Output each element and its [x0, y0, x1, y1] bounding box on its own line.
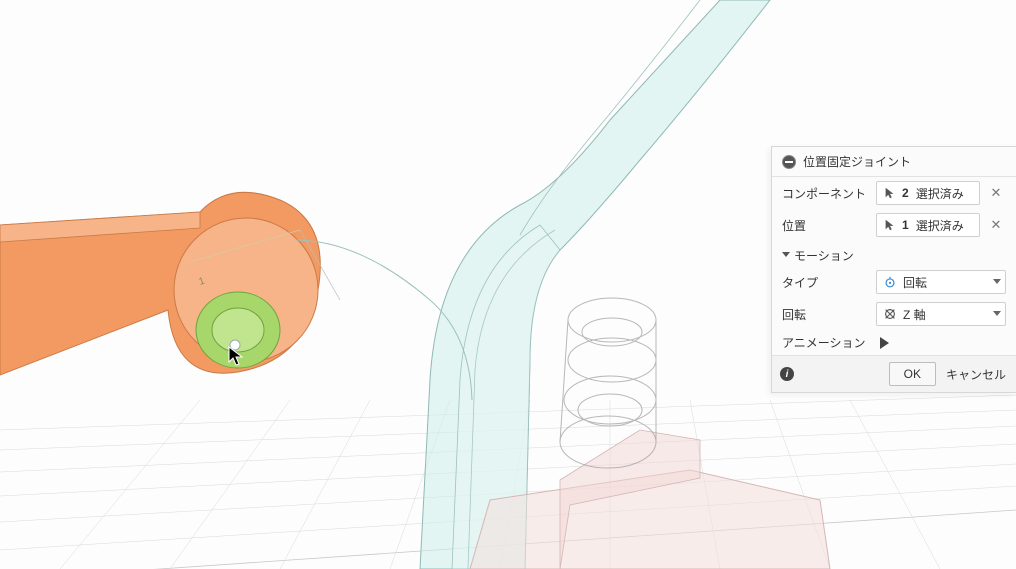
row-position: 位置 1 選択済み ✕	[772, 209, 1016, 241]
type-dropdown[interactable]: 回転	[876, 270, 1006, 294]
play-button[interactable]	[880, 337, 889, 349]
components-label: コンポーネント	[782, 185, 870, 202]
animation-label: アニメーション	[782, 334, 870, 351]
row-components: コンポーネント 2 選択済み ✕	[772, 177, 1016, 209]
mouse-cursor-icon	[228, 346, 244, 366]
dialog-titlebar[interactable]: 位置固定ジョイント	[772, 147, 1016, 177]
cursor-arrow-icon	[883, 186, 897, 200]
row-animation: アニメーション	[772, 330, 1016, 355]
cancel-button[interactable]: キャンセル	[944, 363, 1008, 385]
chevron-down-icon	[993, 279, 1001, 284]
collapse-icon[interactable]	[782, 155, 796, 169]
disclosure-triangle-icon	[782, 252, 790, 257]
components-count: 2	[902, 186, 909, 200]
position-label: 位置	[782, 217, 870, 234]
z-axis-icon	[883, 307, 897, 321]
row-type: タイプ 回転	[772, 266, 1016, 298]
position-clear-button[interactable]: ✕	[986, 215, 1006, 235]
row-axis: 回転 Z 軸	[772, 298, 1016, 330]
dialog-footer: i OK キャンセル	[772, 355, 1016, 392]
info-icon[interactable]: i	[780, 367, 794, 381]
chevron-down-icon	[993, 311, 1001, 316]
components-picker[interactable]: 2 選択済み	[876, 181, 980, 205]
motion-section-label: モーション	[794, 247, 854, 264]
components-suffix: 選択済み	[916, 185, 964, 202]
axis-dropdown[interactable]: Z 軸	[876, 302, 1006, 326]
position-suffix: 選択済み	[916, 217, 964, 234]
position-picker[interactable]: 1 選択済み	[876, 213, 980, 237]
type-value: 回転	[903, 274, 927, 291]
axis-label: 回転	[782, 306, 870, 323]
ok-button[interactable]: OK	[889, 362, 936, 386]
motion-section-header[interactable]: モーション	[772, 241, 1016, 266]
svg-text:1: 1	[198, 276, 207, 288]
as-built-joint-dialog: 位置固定ジョイント コンポーネント 2 選択済み ✕ 位置 1 選択済み ✕ モ…	[771, 146, 1016, 393]
axis-value: Z 軸	[903, 306, 926, 323]
position-count: 1	[902, 218, 909, 232]
cursor-arrow-icon	[883, 218, 897, 232]
components-clear-button[interactable]: ✕	[986, 183, 1006, 203]
dialog-title: 位置固定ジョイント	[803, 153, 911, 170]
revolute-joint-icon	[883, 275, 897, 289]
type-label: タイプ	[782, 274, 870, 291]
